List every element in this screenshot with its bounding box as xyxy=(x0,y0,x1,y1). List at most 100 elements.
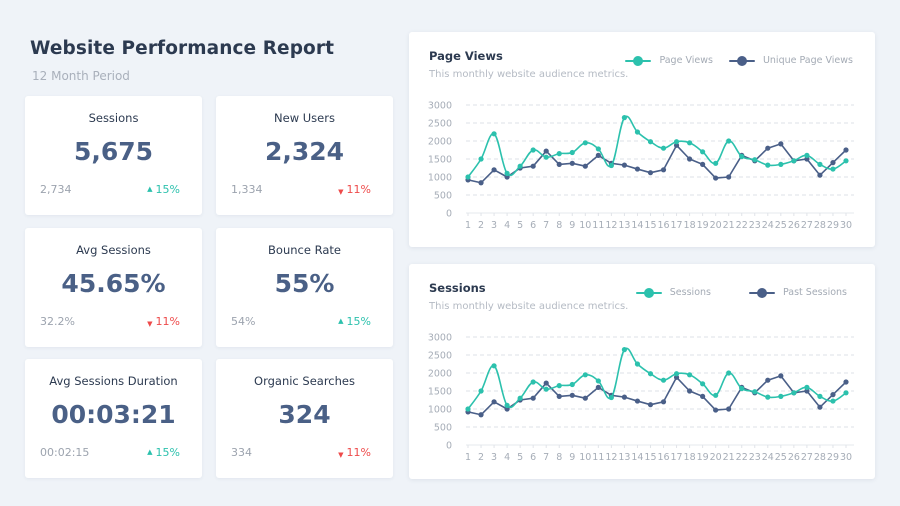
data-point[interactable] xyxy=(660,399,667,405)
data-point[interactable] xyxy=(491,167,497,173)
data-point[interactable] xyxy=(791,158,797,164)
data-point[interactable] xyxy=(647,371,654,377)
data-point[interactable] xyxy=(634,129,641,135)
data-point[interactable] xyxy=(569,392,575,398)
data-point[interactable] xyxy=(478,156,484,162)
data-point[interactable] xyxy=(673,139,680,145)
data-point[interactable] xyxy=(700,381,706,387)
data-point[interactable] xyxy=(491,363,497,369)
data-point[interactable] xyxy=(686,140,693,146)
data-point[interactable] xyxy=(608,394,614,401)
data-point[interactable] xyxy=(713,160,719,166)
data-point[interactable] xyxy=(765,377,771,383)
data-point[interactable] xyxy=(752,157,758,163)
legend-item-sessions[interactable]: Sessions xyxy=(635,287,733,298)
data-point[interactable] xyxy=(621,115,628,121)
data-point[interactable] xyxy=(765,145,771,151)
data-point[interactable] xyxy=(543,380,549,386)
data-point[interactable] xyxy=(595,378,601,384)
data-point[interactable] xyxy=(621,347,628,353)
data-point[interactable] xyxy=(778,393,784,399)
data-point[interactable] xyxy=(830,160,836,166)
data-point[interactable] xyxy=(765,394,771,400)
data-point[interactable] xyxy=(478,180,484,186)
data-point[interactable] xyxy=(726,138,732,144)
legend-item-unique-page-views[interactable]: Unique Page Views xyxy=(728,55,853,66)
data-point[interactable] xyxy=(478,388,484,394)
data-point[interactable] xyxy=(530,147,536,153)
data-point[interactable] xyxy=(817,161,823,167)
data-point[interactable] xyxy=(843,379,849,385)
data-point[interactable] xyxy=(830,398,836,404)
data-point[interactable] xyxy=(843,390,849,396)
data-point[interactable] xyxy=(491,399,497,405)
data-point[interactable] xyxy=(647,402,654,408)
data-point[interactable] xyxy=(647,170,654,176)
data-point[interactable] xyxy=(804,384,810,390)
data-point[interactable] xyxy=(556,151,562,157)
data-point[interactable] xyxy=(582,140,588,146)
data-point[interactable] xyxy=(543,148,549,154)
data-point[interactable] xyxy=(765,162,771,168)
data-point[interactable] xyxy=(726,370,732,376)
data-point[interactable] xyxy=(569,381,575,388)
data-point[interactable] xyxy=(686,156,693,162)
data-point[interactable] xyxy=(673,371,680,377)
data-point[interactable] xyxy=(700,161,706,167)
data-point[interactable] xyxy=(713,175,719,181)
data-point[interactable] xyxy=(830,166,836,172)
data-point[interactable] xyxy=(608,162,614,169)
data-point[interactable] xyxy=(556,393,562,399)
data-point[interactable] xyxy=(726,174,732,180)
data-point[interactable] xyxy=(660,167,667,173)
data-point[interactable] xyxy=(686,388,693,394)
data-point[interactable] xyxy=(530,163,536,169)
data-point[interactable] xyxy=(569,160,575,166)
data-point[interactable] xyxy=(530,395,536,401)
data-point[interactable] xyxy=(686,372,693,378)
data-point[interactable] xyxy=(595,146,601,152)
data-point[interactable] xyxy=(582,372,588,378)
data-point[interactable] xyxy=(726,406,732,412)
data-point[interactable] xyxy=(634,398,641,404)
data-point[interactable] xyxy=(713,407,719,413)
data-point[interactable] xyxy=(739,385,745,392)
data-point[interactable] xyxy=(517,163,523,169)
data-point[interactable] xyxy=(647,139,654,145)
data-point[interactable] xyxy=(791,390,797,396)
data-point[interactable] xyxy=(634,166,641,172)
data-point[interactable] xyxy=(517,395,523,401)
data-point[interactable] xyxy=(504,402,510,408)
data-point[interactable] xyxy=(660,377,667,383)
data-point[interactable] xyxy=(504,170,510,176)
data-point[interactable] xyxy=(843,147,849,153)
data-point[interactable] xyxy=(465,406,471,412)
data-point[interactable] xyxy=(491,131,497,137)
data-point[interactable] xyxy=(843,158,849,164)
data-point[interactable] xyxy=(582,395,588,401)
data-point[interactable] xyxy=(817,393,823,399)
legend-item-past-sessions[interactable]: Past Sessions xyxy=(748,287,847,298)
data-point[interactable] xyxy=(543,154,549,160)
data-point[interactable] xyxy=(556,383,562,389)
data-point[interactable] xyxy=(543,386,549,392)
data-point[interactable] xyxy=(595,384,601,390)
data-point[interactable] xyxy=(621,394,628,400)
data-point[interactable] xyxy=(817,404,823,410)
data-point[interactable] xyxy=(569,149,575,156)
data-point[interactable] xyxy=(478,412,484,418)
data-point[interactable] xyxy=(830,392,836,398)
legend-item-page-views[interactable]: Page Views xyxy=(625,55,713,66)
data-point[interactable] xyxy=(595,152,601,158)
data-point[interactable] xyxy=(530,379,536,385)
data-point[interactable] xyxy=(778,141,784,147)
data-point[interactable] xyxy=(634,361,641,367)
data-point[interactable] xyxy=(582,163,588,169)
data-point[interactable] xyxy=(700,149,706,155)
data-point[interactable] xyxy=(660,145,667,151)
data-point[interactable] xyxy=(465,174,471,180)
data-point[interactable] xyxy=(739,153,745,160)
data-point[interactable] xyxy=(700,393,706,399)
data-point[interactable] xyxy=(713,392,719,398)
data-point[interactable] xyxy=(804,152,810,158)
